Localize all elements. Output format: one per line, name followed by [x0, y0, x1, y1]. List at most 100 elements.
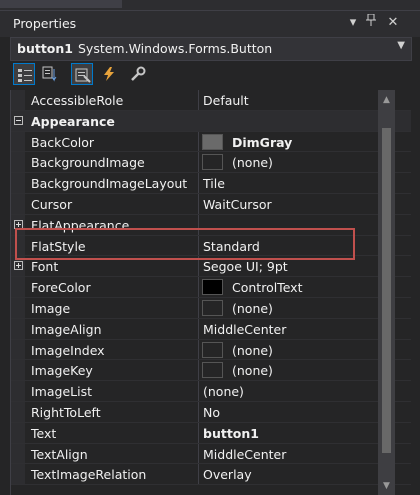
column-divider[interactable] [198, 256, 199, 277]
column-divider[interactable] [198, 464, 199, 485]
column-divider[interactable] [198, 173, 199, 193]
column-divider[interactable] [198, 318, 199, 339]
alphabetical-icon[interactable] [39, 63, 61, 85]
property-value[interactable]: Segoe UI; 9pt [203, 259, 288, 274]
property-value[interactable]: Overlay [203, 467, 252, 482]
close-icon[interactable]: ✕ [384, 14, 402, 32]
row-gutter [11, 277, 25, 297]
property-value[interactable]: Default [203, 93, 249, 108]
property-row[interactable]: Text button1 [11, 422, 411, 444]
property-row[interactable]: FlatAppearance [11, 214, 411, 236]
property-row[interactable]: ForeColor ControlText [11, 277, 411, 298]
property-row[interactable]: ImageKey (none) [11, 360, 411, 382]
property-name: FlatStyle [31, 238, 86, 254]
property-grid: AccessibleRole Default Appearance BackColor… [10, 90, 411, 495]
property-value[interactable]: (none) [232, 301, 273, 316]
property-row[interactable]: Image (none) [11, 297, 411, 319]
column-divider[interactable] [198, 193, 199, 214]
row-gutter [11, 90, 25, 110]
scrollbar-thumb[interactable] [382, 128, 391, 453]
property-category[interactable]: Appearance [11, 110, 411, 132]
column-divider[interactable] [198, 214, 199, 235]
panel-title: Properties [13, 16, 77, 31]
column-divider[interactable] [198, 277, 199, 297]
property-value[interactable]: Standard [203, 239, 260, 254]
object-selector[interactable]: button1 System.Windows.Forms.Button ▼ [10, 37, 412, 61]
column-divider[interactable] [198, 339, 199, 360]
property-value[interactable]: DimGray [232, 135, 292, 150]
property-name: ImageIndex [31, 342, 105, 358]
collapse-icon[interactable] [14, 115, 23, 125]
column-divider[interactable] [198, 152, 199, 173]
categorized-icon[interactable] [13, 63, 35, 85]
property-row[interactable]: BackgroundImageLayout Tile [11, 173, 411, 194]
property-name: ImageList [31, 384, 92, 400]
property-row[interactable]: ImageIndex (none) [11, 339, 411, 361]
property-row[interactable]: ImageAlign MiddleCenter [11, 318, 411, 340]
chevron-down-icon[interactable]: ▾ [344, 14, 362, 32]
vertical-scrollbar[interactable]: ▲ ▼ [378, 90, 395, 495]
chevron-down-icon[interactable]: ▼ [397, 40, 405, 51]
property-value[interactable]: Tile [203, 176, 225, 191]
property-value[interactable]: (none) [232, 343, 273, 358]
document-tab[interactable] [0, 0, 122, 8]
property-name: ImageAlign [31, 321, 102, 337]
property-name: BackColor [31, 134, 94, 150]
property-row[interactable]: BackgroundImage (none) [11, 152, 411, 174]
property-row[interactable]: TextAlign MiddleCenter [11, 443, 411, 465]
object-type: System.Windows.Forms.Button [78, 41, 273, 56]
property-row[interactable]: RightToLeft No [11, 401, 411, 423]
property-name: BackgroundImage [31, 155, 145, 171]
row-gutter [11, 443, 25, 464]
property-row[interactable]: FlatStyle Standard [11, 235, 411, 257]
color-swatch [202, 299, 223, 316]
events-icon[interactable] [98, 63, 120, 85]
column-divider[interactable] [198, 381, 199, 401]
row-gutter [11, 193, 25, 214]
property-row[interactable]: BackColor DimGray [11, 131, 411, 153]
expand-icon[interactable] [14, 219, 23, 229]
property-name: ForeColor [31, 280, 91, 296]
column-divider[interactable] [198, 401, 199, 422]
pin-icon[interactable] [362, 13, 380, 32]
property-row[interactable]: Font Segoe UI; 9pt [11, 256, 411, 278]
color-swatch [202, 341, 223, 358]
property-value[interactable]: No [203, 405, 220, 420]
property-name: AccessibleRole [31, 93, 124, 108]
column-divider[interactable] [198, 422, 199, 443]
scroll-up-icon[interactable]: ▲ [378, 92, 395, 109]
property-value[interactable]: button1 [203, 426, 259, 441]
property-row[interactable]: ImageList (none) [11, 381, 411, 402]
row-gutter [11, 422, 25, 443]
row-gutter [11, 235, 25, 256]
property-value[interactable]: (none) [203, 384, 244, 399]
object-name: button1 [17, 41, 73, 56]
property-name: TextAlign [31, 446, 88, 462]
properties-title-bar: Properties ▾ ✕ [0, 10, 420, 37]
column-divider[interactable] [198, 235, 199, 256]
property-row[interactable]: Cursor WaitCursor [11, 193, 411, 215]
expand-icon[interactable] [14, 261, 23, 271]
scroll-down-icon[interactable]: ▼ [378, 478, 395, 495]
column-divider[interactable] [198, 131, 199, 152]
row-gutter [11, 464, 25, 485]
property-pages-icon[interactable] [127, 63, 149, 85]
column-divider[interactable] [198, 297, 199, 318]
column-divider[interactable] [198, 90, 199, 110]
column-divider[interactable] [198, 443, 199, 464]
property-name: Cursor [31, 196, 73, 212]
property-row[interactable]: AccessibleRole Default [11, 90, 411, 111]
property-value[interactable]: MiddleCenter [203, 322, 286, 337]
property-row[interactable]: TextImageRelation Overlay [11, 464, 411, 486]
row-gutter [11, 401, 25, 422]
property-value[interactable]: WaitCursor [203, 197, 272, 212]
color-swatch [202, 362, 223, 379]
properties-icon[interactable] [71, 63, 93, 85]
property-value[interactable]: MiddleCenter [203, 447, 286, 462]
property-value[interactable]: ControlText [232, 280, 302, 295]
property-value[interactable]: (none) [232, 363, 273, 378]
property-value[interactable]: (none) [232, 155, 273, 170]
property-name: Font [31, 259, 59, 275]
row-gutter [11, 381, 25, 401]
column-divider[interactable] [198, 360, 199, 381]
